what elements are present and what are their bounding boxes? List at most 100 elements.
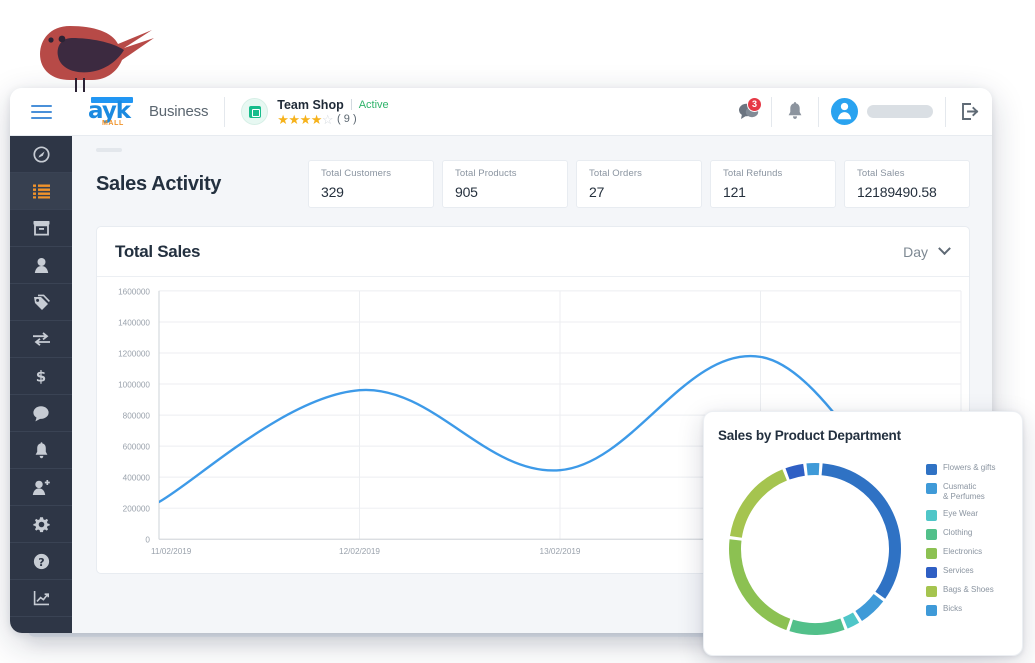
stat-value: 27 [589, 184, 605, 200]
legend-swatch [926, 567, 937, 578]
stat-card-total-sales: Total Sales 12189490.58 [844, 160, 970, 208]
svg-text:1000000: 1000000 [118, 381, 150, 390]
sidebar-item-alerts[interactable] [10, 432, 72, 469]
legend-swatch [926, 586, 937, 597]
question-circle-icon: ? [33, 553, 49, 569]
legend-swatch [926, 529, 937, 540]
gear-icon [32, 516, 50, 532]
legend-label: Flowers & gifts [943, 463, 996, 472]
stat-label: Total Refunds [723, 168, 783, 179]
svg-text:200000: 200000 [123, 505, 151, 514]
legend-item[interactable]: Cusmatic & Perfumes [926, 482, 1022, 502]
logout-icon [961, 103, 978, 120]
svg-text:1600000: 1600000 [118, 287, 150, 296]
sales-by-department-card: Sales by Product Department Flowers & gi… [703, 411, 1023, 656]
stat-card-total-orders: Total Orders 27 [576, 160, 702, 208]
user-profile[interactable] [819, 98, 945, 125]
stat-card-total-products: Total Products 905 [442, 160, 568, 208]
donut-segment[interactable] [821, 462, 901, 599]
svg-text:12/02/2019: 12/02/2019 [339, 547, 380, 556]
svg-text:?: ? [38, 555, 44, 568]
ayk-mall-logo-icon: ayk MALL [86, 95, 148, 129]
shop-info[interactable]: Team Shop Active ★★★★☆ ( 9 ) [225, 98, 404, 126]
dollar-icon: $ [36, 368, 46, 386]
bell-icon [35, 441, 47, 458]
exchange-arrows-icon [32, 332, 50, 346]
stat-card-total-customers: Total Customers 329 [308, 160, 434, 208]
shop-rating-count: ( 9 ) [337, 113, 357, 125]
donut-segment[interactable] [729, 468, 788, 538]
shop-name: Team Shop [277, 97, 344, 112]
shop-rating-stars: ★★★★☆ [277, 111, 334, 127]
donut-segment[interactable] [785, 463, 805, 480]
top-bar: ayk MALL Business Team Shop Active ★★★★☆ [10, 88, 992, 136]
donut-chart [704, 449, 926, 648]
sidebar-item-tags[interactable] [10, 284, 72, 321]
stat-cards: Total Customers 329 Total Products 905 T… [308, 160, 970, 208]
sidebar-item-transfers[interactable] [10, 321, 72, 358]
chart-title: Total Sales [115, 241, 201, 261]
svg-text:600000: 600000 [123, 443, 151, 452]
svg-text:0: 0 [145, 536, 150, 545]
stat-card-total-refunds: Total Refunds 121 [710, 160, 836, 208]
legend-item[interactable]: Bags & Shoes [926, 585, 1022, 597]
username-placeholder [867, 105, 933, 118]
svg-text:1200000: 1200000 [118, 349, 150, 358]
legend-item[interactable]: Clothing [926, 528, 1022, 540]
messages-button[interactable]: 3 [725, 88, 771, 136]
legend-item[interactable]: Flowers & gifts [926, 463, 1022, 475]
svg-text:800000: 800000 [123, 412, 151, 421]
stat-label: Total Sales [857, 168, 905, 179]
legend-item[interactable]: Bicks [926, 604, 1022, 616]
avatar [831, 98, 858, 125]
archive-box-icon [33, 221, 49, 236]
hamburger-menu-button[interactable] [10, 88, 72, 136]
shop-avatar [241, 98, 269, 125]
legend-label: Cusmatic & Perfumes [943, 482, 985, 501]
legend-swatch [926, 605, 937, 616]
stat-value: 905 [455, 184, 478, 200]
sidebar-item-settings[interactable] [10, 506, 72, 543]
page-title: Sales Activity [96, 172, 222, 195]
sidebar-item-dashboard[interactable] [10, 136, 72, 173]
legend-item[interactable]: Electronics [926, 547, 1022, 559]
legend-label: Eye Wear [943, 509, 978, 518]
stat-label: Total Customers [321, 168, 392, 179]
divider [350, 99, 352, 110]
donut-segment[interactable] [729, 538, 791, 630]
svg-text:13/02/2019: 13/02/2019 [540, 547, 581, 556]
legend-label: Clothing [943, 528, 973, 537]
breadcrumb [96, 148, 122, 152]
brand-logo[interactable]: ayk MALL Business [72, 88, 224, 136]
donut-legend: Flowers & gifts Cusmatic & Perfumes Eye We… [926, 449, 1022, 648]
legend-item[interactable]: Eye Wear [926, 509, 1022, 521]
logo-subtext: MALL [102, 119, 124, 127]
sidebar-item-payments[interactable]: $ [10, 358, 72, 395]
sidebar-item-orders[interactable] [10, 173, 72, 210]
bird-decoration-icon [40, 26, 154, 92]
legend-swatch [926, 548, 937, 559]
sidebar-item-reports[interactable] [10, 580, 72, 617]
donut-segment[interactable] [855, 593, 884, 621]
user-icon [34, 257, 48, 273]
donut-segment[interactable] [842, 611, 860, 629]
bell-icon [788, 102, 802, 119]
sidebar-item-help[interactable]: ? [10, 543, 72, 580]
sidebar-item-customers[interactable] [10, 247, 72, 284]
legend-item[interactable]: Services [926, 566, 1022, 578]
range-dropdown[interactable]: Day [903, 242, 951, 260]
svg-text:11/02/2019: 11/02/2019 [151, 547, 192, 556]
app-root: ayk MALL Business Team Shop Active ★★★★☆ [0, 0, 1035, 663]
sidebar-item-messages[interactable] [10, 395, 72, 432]
legend-label: Services [943, 566, 974, 575]
donut-segment[interactable] [789, 617, 845, 635]
legend-label: Electronics [943, 547, 983, 556]
legend-label: Bicks [943, 604, 963, 613]
sidebar-item-products[interactable] [10, 210, 72, 247]
stat-value: 12189490.58 [857, 184, 937, 200]
line-chart-icon [33, 591, 49, 606]
tags-icon [34, 294, 50, 310]
sidebar-item-add-user[interactable] [10, 469, 72, 506]
notifications-button[interactable] [772, 88, 818, 136]
logout-button[interactable] [946, 88, 992, 136]
